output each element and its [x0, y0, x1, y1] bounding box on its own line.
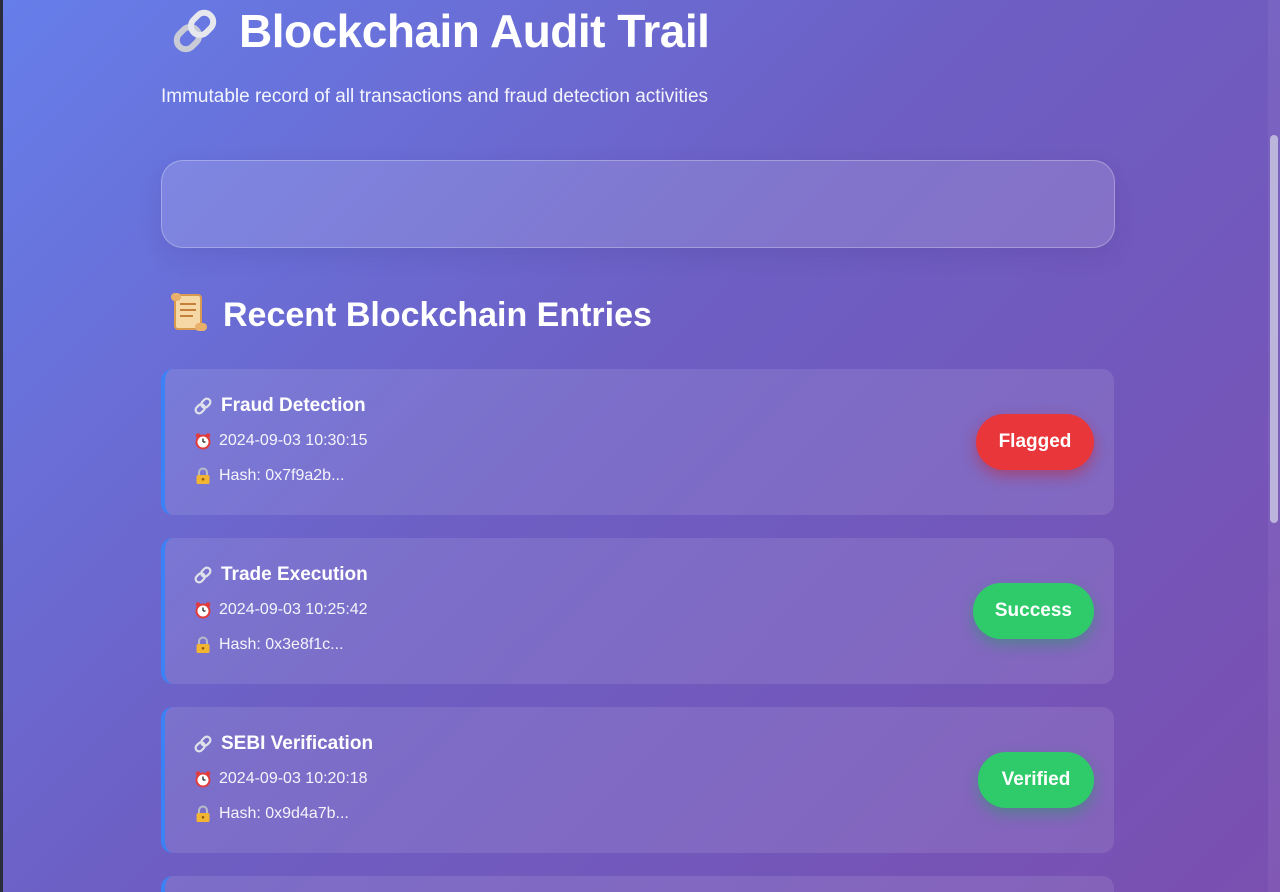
- entry-timestamp: 2024-09-03 10:20:18: [193, 769, 368, 789]
- entry-hash: Hash: 0x7f9a2b...: [193, 466, 344, 486]
- entry-hash: Hash: 0x9d4a7b...: [193, 804, 349, 824]
- entry-type: Fraud Detection: [193, 395, 366, 417]
- scroll-icon: [169, 291, 209, 340]
- entry-hash-value: Hash: 0x3e8f1c...: [219, 636, 344, 653]
- blockchain-entry[interactable]: [161, 876, 1114, 892]
- entry-hash: Hash: 0x3e8f1c...: [193, 635, 344, 655]
- entry-timestamp: 2024-09-03 10:30:15: [193, 431, 368, 451]
- entry-timestamp-value: 2024-09-03 10:30:15: [219, 432, 368, 449]
- lock-icon: [193, 635, 213, 655]
- entry-timestamp-value: 2024-09-03 10:25:42: [219, 601, 368, 618]
- page-title-text: Blockchain Audit Trail: [239, 5, 710, 57]
- section-title: Recent Blockchain Entries: [169, 290, 652, 340]
- scrollbar-thumb[interactable]: [1270, 135, 1278, 523]
- page-title: Blockchain Audit Trail: [169, 0, 710, 62]
- entry-type-label: Fraud Detection: [221, 395, 366, 416]
- window-edge: [0, 0, 3, 892]
- status-badge: Flagged: [976, 414, 1094, 470]
- entry-type: SEBI Verification: [193, 733, 373, 755]
- status-badge: Verified: [978, 752, 1094, 808]
- link-icon: [193, 734, 213, 754]
- link-icon: [169, 5, 221, 57]
- entry-type-label: Trade Execution: [221, 564, 368, 585]
- section-title-text: Recent Blockchain Entries: [223, 295, 652, 334]
- entry-timestamp: 2024-09-03 10:25:42: [193, 600, 368, 620]
- alarm-clock-icon: [193, 431, 213, 451]
- blockchain-entry[interactable]: SEBI Verification 2024-09-03 10:20:18 Ha…: [161, 707, 1114, 853]
- alarm-clock-icon: [193, 769, 213, 789]
- page-subtitle: Immutable record of all transactions and…: [161, 86, 709, 107]
- lock-icon: [193, 804, 213, 824]
- blockchain-entry[interactable]: Fraud Detection 2024-09-03 10:30:15 Hash…: [161, 369, 1114, 515]
- entry-hash-value: Hash: 0x9d4a7b...: [219, 805, 349, 822]
- blockchain-entry[interactable]: Trade Execution 2024-09-03 10:25:42 Hash…: [161, 538, 1114, 684]
- summary-panel: [161, 160, 1115, 248]
- entry-hash-value: Hash: 0x7f9a2b...: [219, 467, 345, 484]
- link-icon: [193, 396, 213, 416]
- scrollbar[interactable]: [1268, 0, 1280, 892]
- entry-timestamp-value: 2024-09-03 10:20:18: [219, 770, 368, 787]
- lock-icon: [193, 466, 213, 486]
- status-badge: Success: [972, 583, 1094, 639]
- link-icon: [193, 565, 213, 585]
- alarm-clock-icon: [193, 600, 213, 620]
- entry-type: Trade Execution: [193, 564, 368, 586]
- entry-type-label: SEBI Verification: [221, 733, 374, 754]
